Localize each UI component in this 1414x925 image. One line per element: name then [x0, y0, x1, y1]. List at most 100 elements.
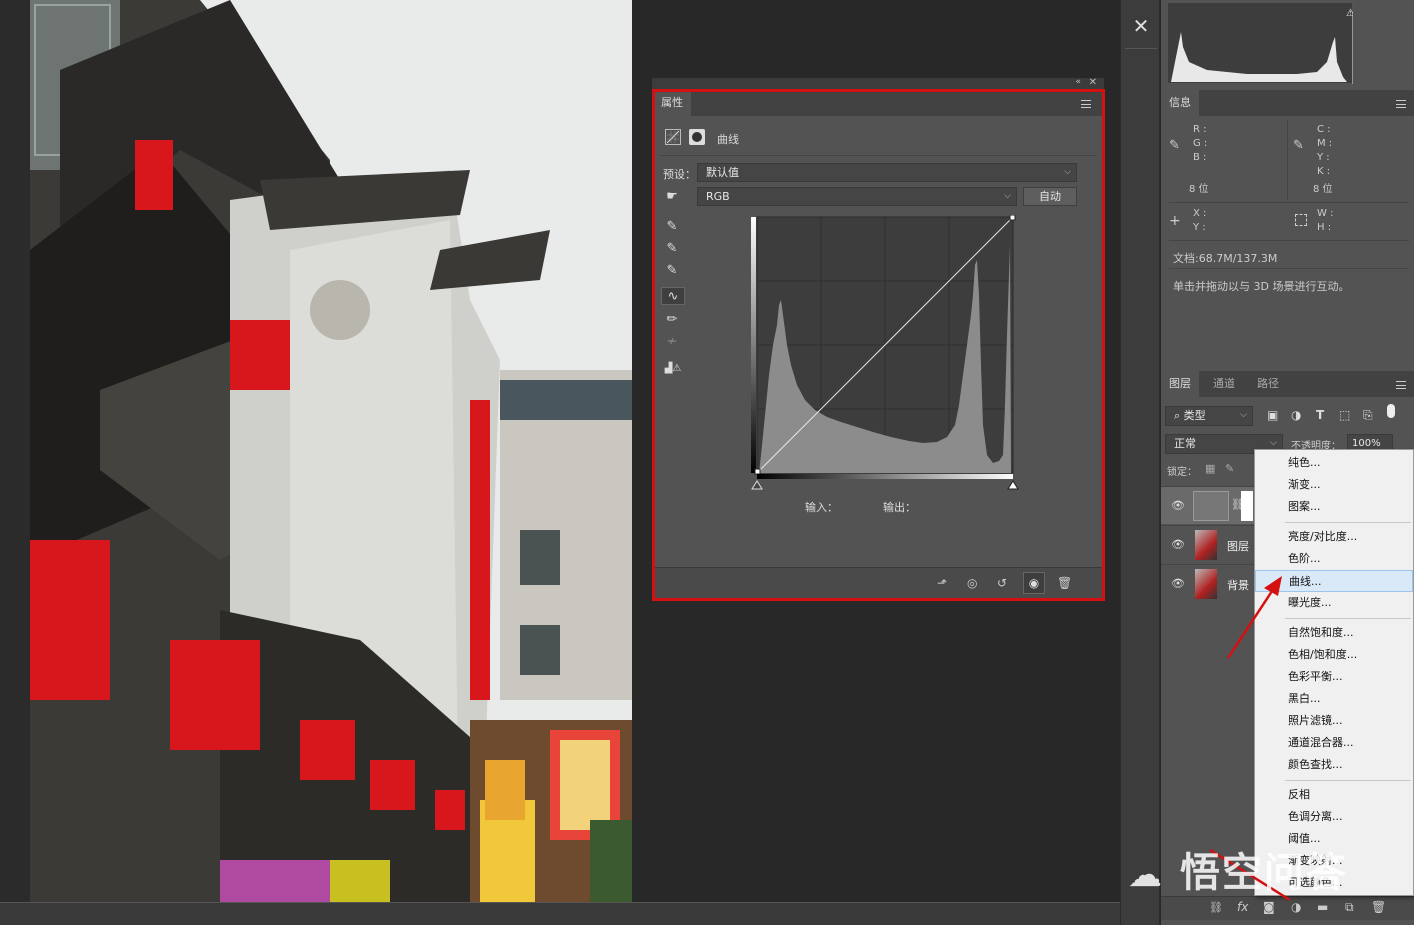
document-size: 文档:68.7M/137.3M: [1173, 252, 1278, 265]
folder-icon[interactable]: ▬: [1317, 900, 1328, 914]
blend-mode-value: 正常: [1174, 437, 1196, 450]
filter-shape-icon[interactable]: ⬚: [1339, 408, 1350, 422]
info-hint: 单击并拖动以与 3D 场景进行互动。: [1173, 280, 1350, 293]
curves-adjustment-icon: [665, 129, 681, 145]
visibility-eye-icon[interactable]: 👁: [1171, 499, 1185, 512]
document-canvas-photo[interactable]: [0, 0, 632, 902]
info-m-label: M :: [1317, 138, 1333, 149]
channel-value: RGB: [706, 190, 730, 203]
divider: [1169, 240, 1409, 241]
tab-info[interactable]: 信息: [1161, 90, 1199, 116]
preset-label: 预设：: [663, 168, 696, 181]
layer-filter-dropdown[interactable]: ⌕ 类型 ⌵: [1165, 406, 1253, 426]
panel-dock-strip: ✕: [1120, 0, 1160, 925]
info-y-label: Y :: [1317, 152, 1330, 163]
clip-to-layer-icon[interactable]: ⬏: [937, 576, 947, 590]
curves-graph[interactable]: [751, 215, 1019, 491]
preset-value: 默认值: [706, 166, 739, 179]
watermark-text: 悟空问答: [1179, 850, 1348, 896]
layers-tabbar: 图层 通道 路径: [1161, 371, 1414, 397]
layer-thumbnail: [1195, 530, 1217, 560]
menu-item-pattern[interactable]: 图案...: [1255, 496, 1413, 518]
warning-icon: ⚠: [1346, 8, 1353, 19]
curve-point-tool-icon[interactable]: ∿: [661, 287, 685, 305]
properties-footer: ⬏ ◎ ↺ ◉ 🗑: [653, 567, 1103, 600]
watermark-logo: ☁ 悟空问答: [1128, 840, 1408, 900]
close-icon[interactable]: ✕: [1089, 77, 1097, 88]
properties-tabbar: 属性: [653, 90, 1103, 116]
smooth-curve-icon[interactable]: ≁: [663, 333, 681, 351]
info-g-label: G :: [1193, 138, 1208, 149]
filter-smart-object-icon[interactable]: ⎘: [1363, 408, 1373, 423]
panel-title-bar[interactable]: « ✕: [653, 77, 1103, 90]
divider: [1125, 48, 1157, 49]
view-previous-state-icon[interactable]: ◎: [967, 576, 977, 590]
info-k-label: K :: [1317, 166, 1331, 177]
reset-icon[interactable]: ↺: [997, 576, 1007, 590]
watermark-logo-icon: ☁: [1128, 855, 1164, 895]
delete-trash-icon[interactable]: 🗑: [1371, 900, 1386, 914]
menu-item-solid-color[interactable]: 纯色...: [1255, 452, 1413, 474]
chevron-down-icon: ⌵: [1240, 410, 1247, 420]
layer-mask-thumbnail: [1241, 491, 1253, 521]
divider: [1169, 268, 1409, 269]
lock-label: 锁定：: [1167, 467, 1197, 478]
tab-paths[interactable]: 路径: [1249, 371, 1287, 397]
pencil-tool-icon[interactable]: ✏: [663, 311, 681, 329]
targeted-adjustment-hand-icon[interactable]: ☛: [663, 188, 681, 206]
panel-menu-icon[interactable]: [1396, 381, 1406, 389]
lock-transparent-icon[interactable]: ▦: [1205, 462, 1215, 475]
search-icon: ⌕: [1174, 409, 1184, 422]
visibility-eye-icon[interactable]: ◉: [1023, 572, 1045, 594]
adjustment-title: 曲线: [717, 133, 739, 146]
black-point-eyedropper-icon[interactable]: ✎: [663, 218, 681, 236]
eyedropper-icon: ✎: [1169, 138, 1180, 153]
status-bar: [0, 902, 1160, 925]
info-x-label: X :: [1193, 208, 1207, 219]
delete-trash-icon[interactable]: 🗑: [1057, 576, 1072, 590]
curves-layer-thumbnail: [1193, 491, 1229, 521]
info-w-label: W :: [1317, 208, 1334, 219]
chevron-down-icon: ⌵: [1004, 191, 1011, 201]
panel-menu-icon[interactable]: [1396, 100, 1406, 108]
tab-properties[interactable]: 属性: [653, 90, 691, 116]
gray-point-eyedropper-icon[interactable]: ✎: [663, 240, 681, 258]
menu-item-brightness-contrast[interactable]: 亮度/对比度...: [1255, 526, 1413, 548]
chevron-down-icon: ⌵: [1064, 167, 1071, 177]
channel-dropdown[interactable]: RGB ⌵: [697, 187, 1017, 206]
histogram-navigator: ⚠: [1167, 2, 1353, 84]
eyedropper-icon: ✎: [1293, 138, 1304, 153]
layer-filter-value: 类型: [1183, 409, 1206, 422]
lock-pixels-icon[interactable]: ✎: [1225, 462, 1234, 475]
street-photo-image: [30, 0, 632, 902]
collapse-icon[interactable]: «: [1075, 77, 1081, 87]
clipping-warning-icon[interactable]: ▟⚠: [661, 360, 685, 378]
filter-toggle-icon[interactable]: [1387, 404, 1395, 418]
filter-type-icon[interactable]: T: [1316, 408, 1324, 422]
new-layer-icon[interactable]: ⧉: [1345, 900, 1354, 915]
visibility-eye-icon[interactable]: 👁: [1171, 538, 1185, 551]
properties-panel: « ✕ 属性 曲线 预设： 默认值 ⌵ ☛ RGB ⌵ 自动 ✎ ✎ ✎ ∿ ✏…: [652, 77, 1104, 600]
visibility-eye-icon[interactable]: 👁: [1171, 577, 1185, 590]
preset-dropdown[interactable]: 默认值 ⌵: [697, 163, 1077, 182]
tab-channels[interactable]: 通道: [1205, 371, 1243, 397]
filter-pixel-icon[interactable]: ▣: [1267, 408, 1278, 422]
output-gradient-bar: [751, 217, 756, 473]
curve-black-point: [754, 468, 761, 475]
tab-layers[interactable]: 图层: [1161, 371, 1199, 397]
output-label: 输出：: [883, 501, 916, 514]
curve-white-point: [1009, 215, 1016, 221]
menu-item-gradient[interactable]: 渐变...: [1255, 474, 1413, 496]
info-bit-left: 8 位: [1189, 184, 1209, 195]
tools-crossed-icon[interactable]: ✕: [1127, 12, 1155, 40]
white-point-eyedropper-icon[interactable]: ✎: [663, 262, 681, 280]
divider: [1287, 120, 1288, 200]
white-input-slider: [1007, 480, 1019, 490]
divider: [661, 155, 1097, 156]
panel-menu-icon[interactable]: [1081, 100, 1091, 108]
filter-adjustment-icon[interactable]: ◑: [1291, 408, 1301, 422]
layer-mask-icon[interactable]: [689, 129, 705, 145]
auto-button[interactable]: 自动: [1023, 187, 1077, 206]
info-bit-right: 8 位: [1313, 184, 1333, 195]
info-h-label: H :: [1317, 222, 1332, 233]
